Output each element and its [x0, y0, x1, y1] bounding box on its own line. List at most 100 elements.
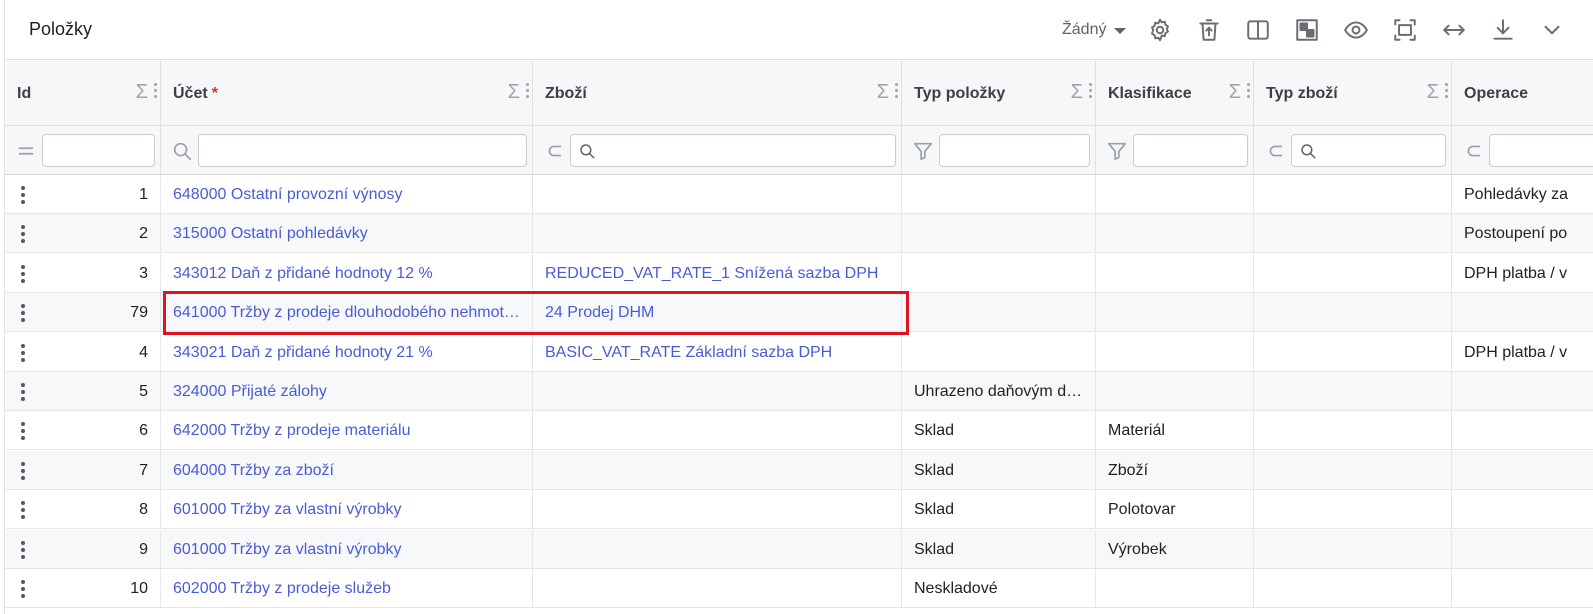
row-menu-icon[interactable] — [21, 540, 25, 559]
row-id: 1 — [139, 186, 148, 203]
width-arrows-icon — [1443, 24, 1465, 36]
filter-input-typ_polozky[interactable] — [939, 134, 1090, 167]
row-menu-icon[interactable] — [21, 461, 25, 480]
sum-icon[interactable]: Σ — [1427, 81, 1439, 104]
cell-ucet[interactable]: 641000 Tržby z prodeje dlouhodobého nehm… — [161, 293, 533, 333]
table-row[interactable]: 5 324000 Přijaté zálohy Uhrazeno daňovým d… — [5, 372, 1593, 411]
cell-ucet[interactable]: 343021 Daň z přidané hodnoty 21 % — [161, 332, 533, 372]
column-menu-icon[interactable] — [154, 83, 158, 101]
required-marker: * — [211, 85, 218, 102]
items-panel: Položky Žádný Id Σ Účet * Σ Zboží Σ Typ … — [4, 0, 1593, 614]
filter-cell-typ_zbozi — [1254, 126, 1452, 175]
sum-icon[interactable]: Σ — [1229, 81, 1241, 104]
cell-typ_polozky: Neskladové — [902, 569, 1096, 608]
row-menu-icon[interactable] — [21, 422, 25, 441]
column-menu-icon[interactable] — [1089, 83, 1093, 101]
cell-ucet[interactable]: 648000 Ostatní provozní výnosy — [161, 175, 533, 214]
layout-button[interactable] — [1292, 15, 1322, 45]
row-menu-icon[interactable] — [21, 501, 25, 520]
cell-zbozi[interactable]: REDUCED_VAT_RATE_1 Snížená sazba DPH — [533, 253, 902, 293]
view-select-value: Žádný — [1062, 21, 1107, 38]
cell-ucet[interactable]: 602000 Tržby z prodeje služeb — [161, 569, 533, 608]
cell-zbozi[interactable]: BASIC_VAT_RATE Základní sazba DPH — [533, 332, 902, 372]
column-header-ucet[interactable]: Účet * Σ — [161, 61, 533, 126]
cell-ucet[interactable]: 642000 Tržby z prodeje materiálu — [161, 411, 533, 451]
row-menu-icon[interactable] — [21, 580, 25, 598]
contains-icon[interactable] — [1462, 140, 1484, 162]
column-header-operace[interactable]: Operace — [1452, 61, 1593, 126]
funnel-icon[interactable] — [912, 140, 934, 162]
cell-ucet[interactable]: 315000 Ostatní pohledávky — [161, 214, 533, 254]
cell-ucet[interactable]: 324000 Přijaté zálohy — [161, 372, 533, 411]
more-button[interactable] — [1537, 15, 1567, 45]
column-header-label: Typ položky — [914, 85, 1006, 102]
table-row[interactable]: 10 602000 Tržby z prodeje služeb Neskladov… — [5, 569, 1593, 608]
sum-icon[interactable]: Σ — [136, 81, 148, 104]
row-id: 9 — [139, 540, 148, 558]
split-view-button[interactable] — [1243, 15, 1273, 45]
column-menu-icon[interactable] — [1247, 83, 1251, 101]
download-button[interactable] — [1488, 15, 1518, 45]
cell-ucet[interactable]: 343012 Daň z přidané hodnoty 12 % — [161, 253, 533, 293]
settings-button[interactable] — [1145, 15, 1175, 45]
fit-screen-button[interactable] — [1390, 15, 1420, 45]
table-row[interactable]: 2 315000 Ostatní pohledávky Postoupení po — [5, 214, 1593, 254]
table-row[interactable]: 6 642000 Tržby z prodeje materiálu Sklad Ma… — [5, 411, 1593, 451]
cell-typ_zbozi — [1254, 214, 1452, 254]
view-select[interactable]: Žádný — [1062, 18, 1127, 42]
export-button[interactable] — [1194, 15, 1224, 45]
column-header-klasifikace[interactable]: Klasifikace Σ — [1096, 61, 1254, 126]
row-id: 7 — [139, 461, 148, 479]
column-header-typ_polozky[interactable]: Typ položky Σ — [902, 61, 1096, 126]
cell-zbozi — [533, 175, 902, 214]
cell-operace — [1452, 451, 1593, 490]
filter-input-operace[interactable] — [1489, 134, 1593, 167]
row-menu-icon[interactable] — [21, 304, 25, 323]
search-icon — [578, 142, 596, 160]
width-button[interactable] — [1439, 15, 1469, 45]
cell-klasifikace: Výrobek — [1096, 529, 1254, 569]
visibility-button[interactable] — [1341, 15, 1371, 45]
filter-input-id[interactable] — [42, 134, 155, 167]
table-row[interactable]: 3 343012 Daň z přidané hodnoty 12 % REDUCE… — [5, 253, 1593, 293]
export-upload-icon — [1199, 19, 1219, 41]
column-header-typ_zbozi[interactable]: Typ zboží Σ — [1254, 61, 1452, 126]
column-header-id[interactable]: Id Σ — [5, 61, 161, 126]
table-row[interactable]: 8 601000 Tržby za vlastní výrobky Sklad Pol… — [5, 490, 1593, 530]
row-menu-icon[interactable] — [21, 225, 25, 244]
row-menu-icon[interactable] — [21, 264, 25, 283]
cell-typ_polozky — [902, 214, 1096, 254]
table-row[interactable]: 79 641000 Tržby z prodeje dlouhodobého ne… — [5, 293, 1593, 333]
search-icon[interactable] — [171, 140, 193, 162]
row-menu-icon[interactable] — [21, 186, 25, 204]
filter-input-klasifikace[interactable] — [1133, 134, 1248, 167]
contains-icon[interactable] — [543, 140, 565, 162]
cell-ucet[interactable]: 601000 Tržby za vlastní výrobky — [161, 529, 533, 569]
column-menu-icon[interactable] — [895, 83, 899, 101]
cell-ucet[interactable]: 601000 Tržby za vlastní výrobky — [161, 490, 533, 530]
cell-id: 4 — [5, 332, 161, 372]
column-menu-icon[interactable] — [526, 83, 530, 101]
sum-icon[interactable]: Σ — [1071, 81, 1083, 104]
filter-input-zbozi[interactable] — [570, 134, 896, 167]
sum-icon[interactable]: Σ — [877, 81, 889, 104]
chevron-down-icon — [1544, 25, 1560, 35]
funnel-icon[interactable] — [1106, 140, 1128, 162]
row-menu-icon[interactable] — [21, 383, 25, 401]
filter-input-ucet[interactable] — [198, 134, 527, 167]
table-row[interactable]: 4 343021 Daň z přidané hodnoty 21 % BASIC_… — [5, 332, 1593, 372]
row-id: 4 — [139, 343, 148, 361]
row-menu-icon[interactable] — [21, 343, 25, 362]
cell-ucet[interactable]: 604000 Tržby za zboží — [161, 450, 533, 490]
equals-icon[interactable] — [15, 140, 37, 162]
table-row[interactable]: 1 648000 Ostatní provozní výnosy Pohledávk… — [5, 175, 1593, 214]
table-row[interactable]: 7 604000 Tržby za zboží Sklad Zboží — [5, 450, 1593, 490]
sum-icon[interactable]: Σ — [508, 81, 520, 104]
contains-icon[interactable] — [1264, 140, 1286, 162]
cell-id: 2 — [5, 214, 161, 254]
filter-input-typ_zbozi[interactable] — [1291, 134, 1446, 167]
column-menu-icon[interactable] — [1445, 83, 1449, 101]
cell-zbozi[interactable]: 24 Prodej DHM — [533, 293, 902, 333]
column-header-zbozi[interactable]: Zboží Σ — [533, 61, 902, 126]
table-row[interactable]: 9 601000 Tržby za vlastní výrobky Sklad Výr… — [5, 529, 1593, 569]
